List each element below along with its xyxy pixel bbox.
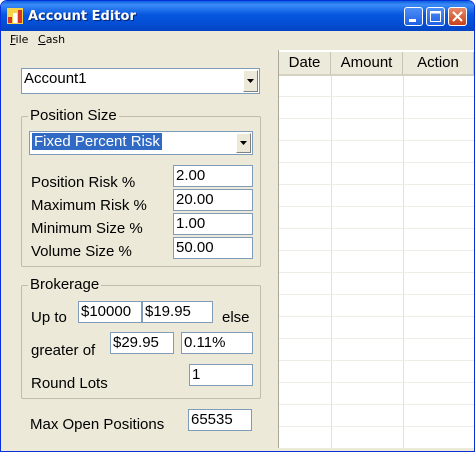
minimum-size-label: Minimum Size % xyxy=(31,220,143,237)
column-divider xyxy=(403,76,404,448)
chevron-down-icon xyxy=(240,141,247,145)
column-header-amount[interactable]: Amount xyxy=(331,52,403,76)
row-divider xyxy=(279,338,474,339)
account-select[interactable]: Account1 xyxy=(21,68,260,94)
maximum-risk-input[interactable]: 20.00 xyxy=(173,189,253,211)
row-divider xyxy=(279,118,474,119)
row-divider xyxy=(279,228,474,229)
menu-cash[interactable]: Cash xyxy=(38,33,65,46)
position-size-method-value: Fixed Percent Risk xyxy=(32,133,162,150)
row-divider xyxy=(279,404,474,405)
row-divider xyxy=(279,294,474,295)
up-to-threshold-input[interactable]: $10000 xyxy=(78,301,142,323)
position-risk-label: Position Risk % xyxy=(31,174,136,191)
maximum-risk-label: Maximum Risk % xyxy=(31,197,147,214)
row-divider xyxy=(279,184,474,185)
column-header-date[interactable]: Date xyxy=(279,52,331,76)
menu-cash-mnemonic: C xyxy=(38,33,46,46)
row-divider xyxy=(279,316,474,317)
max-open-positions-label: Max Open Positions xyxy=(30,416,165,433)
close-button[interactable] xyxy=(448,7,467,26)
greater-fee-input[interactable]: $29.95 xyxy=(110,332,174,354)
row-divider xyxy=(279,140,474,141)
row-divider xyxy=(279,96,474,97)
greater-pct-input[interactable]: 0.11% xyxy=(181,332,253,354)
menu-file[interactable]: File xyxy=(10,33,28,46)
minimum-size-input[interactable]: 1.00 xyxy=(173,213,253,235)
brokerage-legend: Brokerage xyxy=(28,276,102,293)
row-divider xyxy=(279,250,474,251)
menu-file-label: ile xyxy=(15,33,29,46)
close-icon xyxy=(452,11,463,22)
greater-of-label: greater of xyxy=(31,342,96,359)
row-divider xyxy=(279,426,474,427)
maximize-button[interactable] xyxy=(426,7,445,26)
account-editor-window: Account Editor File Cash Account1 Positi… xyxy=(0,0,475,452)
max-open-positions-input[interactable]: 65535 xyxy=(188,409,252,431)
cash-table[interactable]: Date Amount Action xyxy=(278,50,474,448)
settings-panel: Account1 Position Size Fixed Percent Ris… xyxy=(1,49,277,451)
row-divider xyxy=(279,272,474,273)
round-lots-input[interactable]: 1 xyxy=(189,364,253,386)
column-divider xyxy=(331,76,332,448)
up-to-label: Up to xyxy=(31,309,67,326)
round-lots-label: Round Lots xyxy=(31,375,108,392)
column-header-action[interactable]: Action xyxy=(403,52,474,76)
account-dropdown-button[interactable] xyxy=(243,70,258,92)
brokerage-group: Brokerage Up to $10000 $19.95 else great… xyxy=(21,276,261,399)
account-select-value: Account1 xyxy=(24,70,87,87)
chevron-down-icon xyxy=(247,79,254,83)
menu-bar: File Cash xyxy=(1,31,474,49)
app-icon xyxy=(7,8,23,24)
row-divider xyxy=(279,382,474,383)
minimize-icon xyxy=(409,19,416,22)
else-label: else xyxy=(222,309,250,326)
volume-size-input[interactable]: 50.00 xyxy=(173,237,253,259)
method-dropdown-button[interactable] xyxy=(236,133,251,153)
position-risk-input[interactable]: 2.00 xyxy=(173,165,253,187)
row-divider xyxy=(279,360,474,361)
up-to-fee-input[interactable]: $19.95 xyxy=(142,301,213,323)
minimize-button[interactable] xyxy=(404,7,423,26)
maximize-icon xyxy=(430,11,441,22)
volume-size-label: Volume Size % xyxy=(31,243,132,260)
menu-cash-label: ash xyxy=(45,33,66,46)
position-size-method-select[interactable]: Fixed Percent Risk xyxy=(29,131,253,155)
title-bar[interactable]: Account Editor xyxy=(1,1,474,31)
position-size-legend: Position Size xyxy=(28,107,119,124)
row-divider xyxy=(279,206,474,207)
position-size-group: Position Size Fixed Percent Risk Positio… xyxy=(21,107,261,267)
row-divider xyxy=(279,162,474,163)
window-title: Account Editor xyxy=(28,9,136,24)
